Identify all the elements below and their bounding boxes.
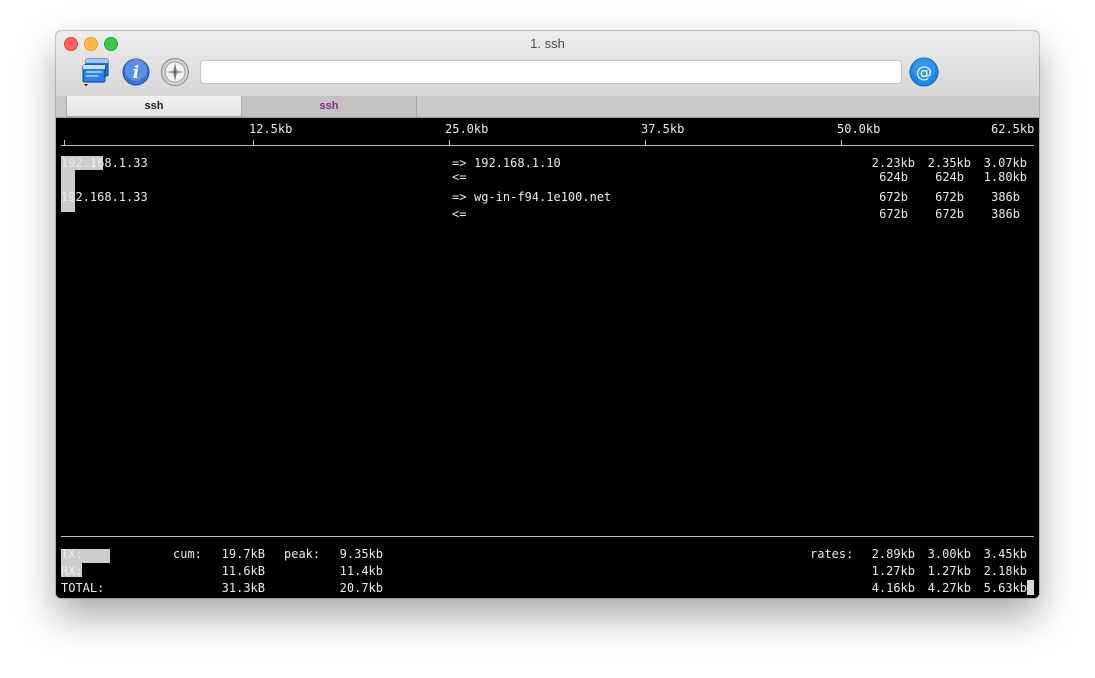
rate-10s: 2.35kb xyxy=(927,156,971,170)
info-icon[interactable]: i xyxy=(121,57,151,87)
rate-40s: 386b xyxy=(991,190,1020,204)
connection-destination: wg-in-f94.1e100.net xyxy=(474,190,612,204)
scale-tick xyxy=(449,140,450,146)
rx-rate-40s: 2.18kb xyxy=(983,564,1027,578)
rates-label: rates: xyxy=(810,547,854,561)
total-peak: 20.7kb xyxy=(339,581,383,595)
tx-rate-40s: 3.45kb xyxy=(983,547,1027,561)
rate-2s: 672b xyxy=(879,207,908,221)
rate-2s: 672b xyxy=(879,190,908,204)
tx-cum: 19.7kB xyxy=(221,547,265,561)
scale-tick xyxy=(64,140,65,146)
scale-axis xyxy=(61,145,1034,146)
arrow-in: <= xyxy=(452,207,467,221)
rate-40s: 1.80kb xyxy=(983,170,1027,184)
tx-rate-2s: 2.89kb xyxy=(871,547,915,561)
arrow-out: => xyxy=(452,156,467,170)
scale-tick xyxy=(645,140,646,146)
peak-label: peak: xyxy=(284,547,321,561)
rx-rate-10s: 1.27kb xyxy=(927,564,971,578)
connection-source: 192.168.1.33 xyxy=(61,156,148,170)
total-rate-40s: 5.63kb xyxy=(983,581,1027,595)
rx-label: RX: xyxy=(61,564,83,578)
rx-bar xyxy=(61,170,75,184)
rate-40s: 386b xyxy=(991,207,1020,221)
arrow-out: => xyxy=(452,190,467,204)
tx-label: TX: xyxy=(61,547,83,561)
tab-ssh-2[interactable]: ssh xyxy=(242,96,417,117)
compass-icon[interactable] xyxy=(160,57,190,87)
scale-label: 25.0kb xyxy=(445,122,489,136)
rate-10s: 624b xyxy=(935,170,964,184)
rate-10s: 672b xyxy=(935,190,964,204)
scale-tick xyxy=(841,140,842,146)
at-glyph: @ xyxy=(916,63,932,82)
title-bar: 1. ssh i @ xyxy=(56,31,1039,97)
text-cursor xyxy=(1027,580,1034,595)
info-glyph: i xyxy=(133,63,139,83)
rate-2s: 624b xyxy=(879,170,908,184)
tx-peak: 9.35kb xyxy=(339,547,383,561)
rx-rate-2s: 1.27kb xyxy=(871,564,915,578)
arrow-in: <= xyxy=(452,170,467,184)
scale-label: 37.5kb xyxy=(641,122,685,136)
rx-peak: 11.4kb xyxy=(339,564,383,578)
terminal-window: 1. ssh i @ ssh ssh 12.5kb 25.0kb 37.5kb … xyxy=(56,31,1039,598)
rate-2s: 2.23kb xyxy=(871,156,915,170)
total-cum: 31.3kB xyxy=(221,581,265,595)
tab-bar: ssh ssh xyxy=(56,96,1039,118)
scale-label: 12.5kb xyxy=(249,122,293,136)
total-rate-2s: 4.16kb xyxy=(871,581,915,595)
at-icon[interactable]: @ xyxy=(909,57,939,87)
tab-ssh-1[interactable]: ssh xyxy=(66,96,242,117)
cum-label: cum: xyxy=(173,547,202,561)
rx-cum: 11.6kB xyxy=(221,564,265,578)
window-title: 1. ssh xyxy=(530,36,565,51)
tx-rate-10s: 3.00kb xyxy=(927,547,971,561)
connection-source: 192.168.1.33 xyxy=(61,190,148,204)
terminal-output[interactable]: 12.5kb 25.0kb 37.5kb 50.0kb 62.5kb 192.1… xyxy=(56,118,1039,598)
windows-icon[interactable] xyxy=(81,57,111,87)
address-field[interactable] xyxy=(200,60,902,84)
scale-label: 50.0kb xyxy=(837,122,881,136)
rate-10s: 672b xyxy=(935,207,964,221)
rate-40s: 3.07kb xyxy=(983,156,1027,170)
scale-tick xyxy=(253,140,254,146)
footer-divider xyxy=(61,536,1034,537)
scale-label: 62.5kb xyxy=(991,122,1035,136)
total-rate-10s: 4.27kb xyxy=(927,581,971,595)
connection-destination: 192.168.1.10 xyxy=(474,156,561,170)
total-label: TOTAL: xyxy=(61,581,105,595)
